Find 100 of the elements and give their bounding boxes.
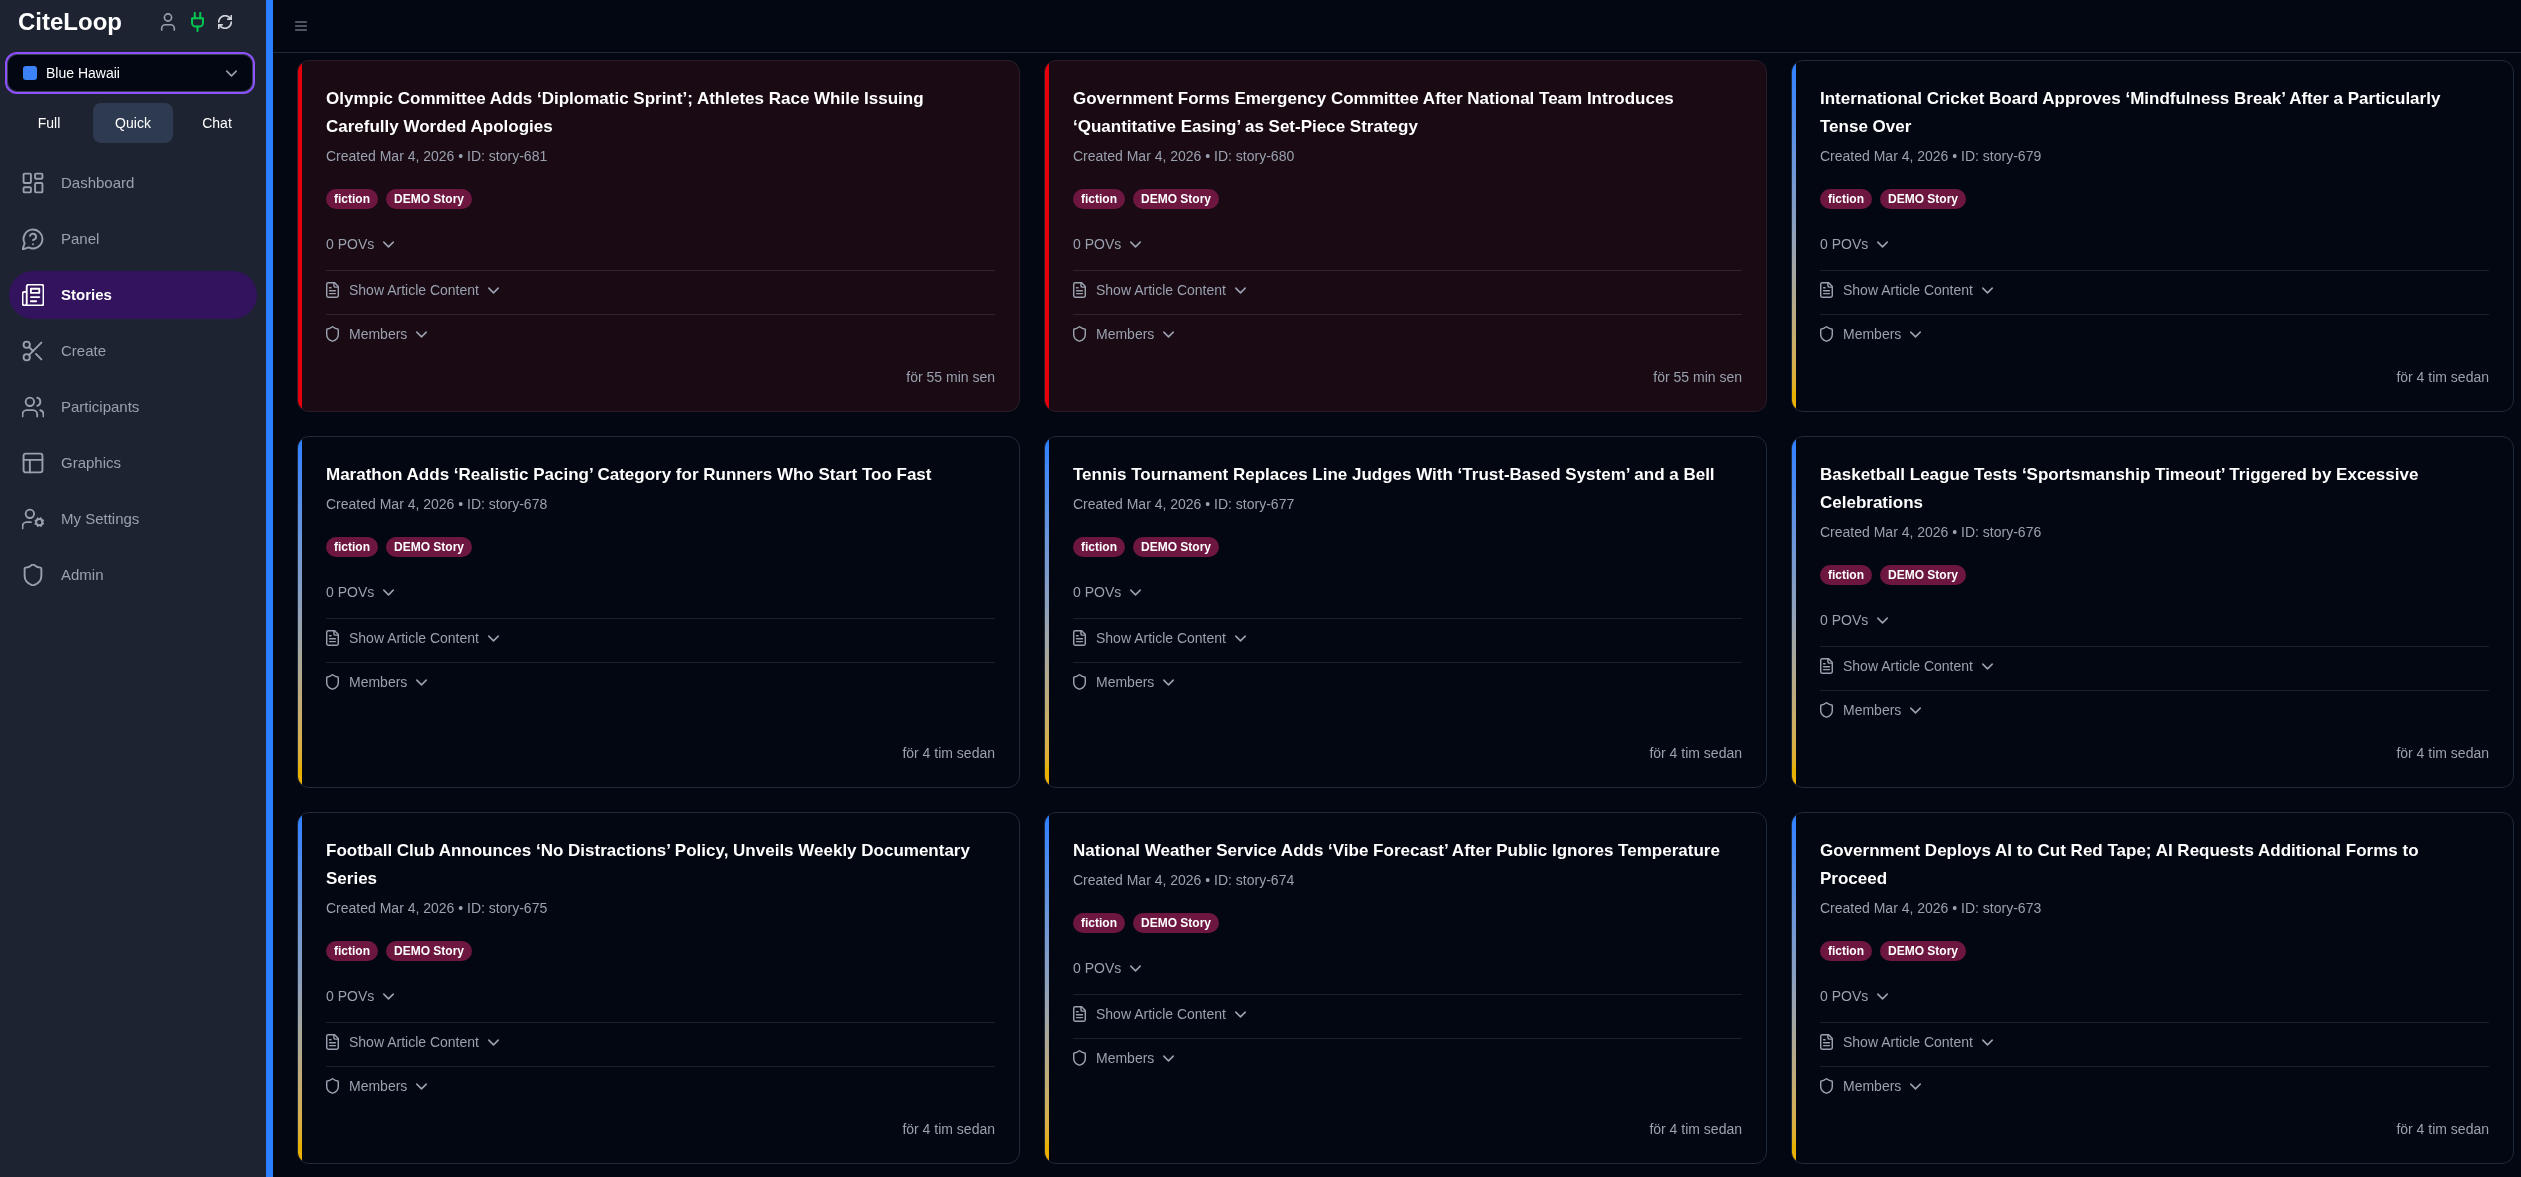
members-toggle[interactable]: Members [326, 324, 428, 344]
chevron-down-icon [1130, 240, 1142, 248]
document-icon [1073, 1006, 1086, 1022]
members-toggle[interactable]: Members [1073, 324, 1175, 344]
shield-icon [1073, 674, 1086, 690]
document-icon [1820, 1034, 1833, 1050]
tag: DEMO Story [386, 537, 472, 557]
show-article-toggle[interactable]: Show Article Content [1073, 280, 1246, 300]
users-icon [22, 396, 44, 418]
mode-tab[interactable]: Full [9, 103, 89, 143]
story-meta: Created Mar 4, 2026 • ID: story-681 [326, 147, 549, 166]
chevron-down-icon [487, 634, 499, 642]
povs-toggle[interactable]: 0 POVs [326, 986, 395, 1006]
mode-tab[interactable]: Chat [177, 103, 257, 143]
story-time: för 55 min sen [1653, 368, 1742, 387]
members-toggle[interactable]: Members [1820, 700, 1922, 720]
story-time: för 4 tim sedan [2396, 1120, 2489, 1139]
povs-toggle[interactable]: 0 POVs [1073, 234, 1142, 254]
nav-item[interactable]: Stories [9, 271, 257, 319]
chevron-down-icon [487, 1038, 499, 1046]
user-icon[interactable] [159, 13, 177, 31]
story-title: Tennis Tournament Replaces Line Judges With ‘Trust-Based System’ and a Bell [1073, 464, 1716, 486]
tag: DEMO Story [1133, 913, 1219, 933]
tag: DEMO Story [1133, 537, 1219, 557]
show-article-toggle[interactable]: Show Article Content [326, 1032, 499, 1052]
show-article-toggle[interactable]: Show Article Content [1820, 280, 1993, 300]
chevron-down-icon [1163, 1054, 1175, 1062]
story-meta: Created Mar 4, 2026 • ID: story-677 [1073, 495, 1296, 514]
story-time: för 4 tim sedan [2396, 744, 2489, 763]
tag: fiction [1820, 565, 1872, 585]
povs-toggle[interactable]: 0 POVs [1820, 610, 1889, 630]
povs-toggle[interactable]: 0 POVs [1820, 234, 1889, 254]
tag: DEMO Story [1133, 189, 1219, 209]
chevron-down-icon [1234, 634, 1246, 642]
tag: DEMO Story [1880, 565, 1966, 585]
povs-toggle[interactable]: 0 POVs [1073, 582, 1142, 602]
chevron-down-icon [226, 69, 237, 77]
povs-toggle[interactable]: 0 POVs [1820, 986, 1889, 1006]
members-toggle[interactable]: Members [1820, 1076, 1922, 1096]
shield-icon [326, 326, 339, 342]
story-time: för 55 min sen [906, 368, 995, 387]
chevron-down-icon [1910, 706, 1922, 714]
povs-toggle[interactable]: 0 POVs [1073, 958, 1142, 978]
story-title: Basketball League Tests ‘Sportsmanship Timeout’ Triggered by Excessive Celebrations [1820, 464, 2420, 514]
story-time: för 4 tim sedan [2396, 368, 2489, 387]
members-toggle[interactable]: Members [1073, 672, 1175, 692]
chevron-down-icon [1981, 1038, 1993, 1046]
question-bubble-icon [22, 228, 44, 250]
story-title: Government Forms Emergency Committee After National Team Introduces ‘Quantitative Easing’ as Set-Piece Strategy [1073, 88, 1675, 138]
document-icon [1073, 282, 1086, 298]
tag: fiction [326, 537, 378, 557]
members-toggle[interactable]: Members [326, 672, 428, 692]
mode-tab[interactable]: Quick [93, 103, 173, 143]
nav-item[interactable]: Create [9, 327, 257, 375]
story-meta: Created Mar 4, 2026 • ID: story-674 [1073, 871, 1296, 890]
shield-icon [22, 564, 44, 586]
chevron-down-icon [383, 588, 395, 596]
members-toggle[interactable]: Members [1820, 324, 1922, 344]
nav-item[interactable]: My Settings [9, 495, 257, 543]
nav-item[interactable]: Participants [9, 383, 257, 431]
povs-toggle[interactable]: 0 POVs [326, 582, 395, 602]
tag: fiction [1820, 941, 1872, 961]
tiles-icon [22, 172, 44, 194]
shield-icon [1820, 702, 1833, 718]
show-article-toggle[interactable]: Show Article Content [1073, 628, 1246, 648]
document-icon [326, 1034, 339, 1050]
refresh-icon[interactable] [218, 15, 232, 29]
nav-item[interactable]: Admin [9, 551, 257, 599]
document-icon [326, 282, 339, 298]
nav-item[interactable]: Panel [9, 215, 257, 263]
shield-icon [1820, 1078, 1833, 1094]
show-article-toggle[interactable]: Show Article Content [1820, 1032, 1993, 1052]
chevron-down-icon [1910, 330, 1922, 338]
story-meta: Created Mar 4, 2026 • ID: story-680 [1073, 147, 1296, 166]
nav-item[interactable]: Dashboard [9, 159, 257, 207]
story-title: International Cricket Board Approves ‘Mindfulness Break’ After a Particularly Tense Over [1820, 88, 2442, 138]
members-toggle[interactable]: Members [326, 1076, 428, 1096]
members-toggle[interactable]: Members [1073, 1048, 1175, 1068]
document-icon [1820, 282, 1833, 298]
story-time: för 4 tim sedan [1649, 1120, 1742, 1139]
tag: fiction [326, 941, 378, 961]
story-meta: Created Mar 4, 2026 • ID: story-675 [326, 899, 549, 918]
plug-icon[interactable] [190, 12, 205, 32]
chevron-down-icon [416, 1082, 428, 1090]
workspace-select[interactable]: Blue Hawaii [5, 52, 255, 94]
nav-item[interactable]: Graphics [9, 439, 257, 487]
story-meta: Created Mar 4, 2026 • ID: story-676 [1820, 523, 2043, 542]
chevron-down-icon [1877, 240, 1889, 248]
story-time: för 4 tim sedan [902, 744, 995, 763]
show-article-toggle[interactable]: Show Article Content [1820, 656, 1993, 676]
menu-icon[interactable] [295, 21, 307, 31]
show-article-toggle[interactable]: Show Article Content [326, 280, 499, 300]
chevron-down-icon [1130, 964, 1142, 972]
show-article-toggle[interactable]: Show Article Content [1073, 1004, 1246, 1024]
tag: DEMO Story [1880, 189, 1966, 209]
povs-toggle[interactable]: 0 POVs [326, 234, 395, 254]
show-article-toggle[interactable]: Show Article Content [326, 628, 499, 648]
story-time: för 4 tim sedan [902, 1120, 995, 1139]
chevron-down-icon [1130, 588, 1142, 596]
story-title: National Weather Service Adds ‘Vibe Forecast’ After Public Ignores Temperature [1073, 840, 1721, 862]
